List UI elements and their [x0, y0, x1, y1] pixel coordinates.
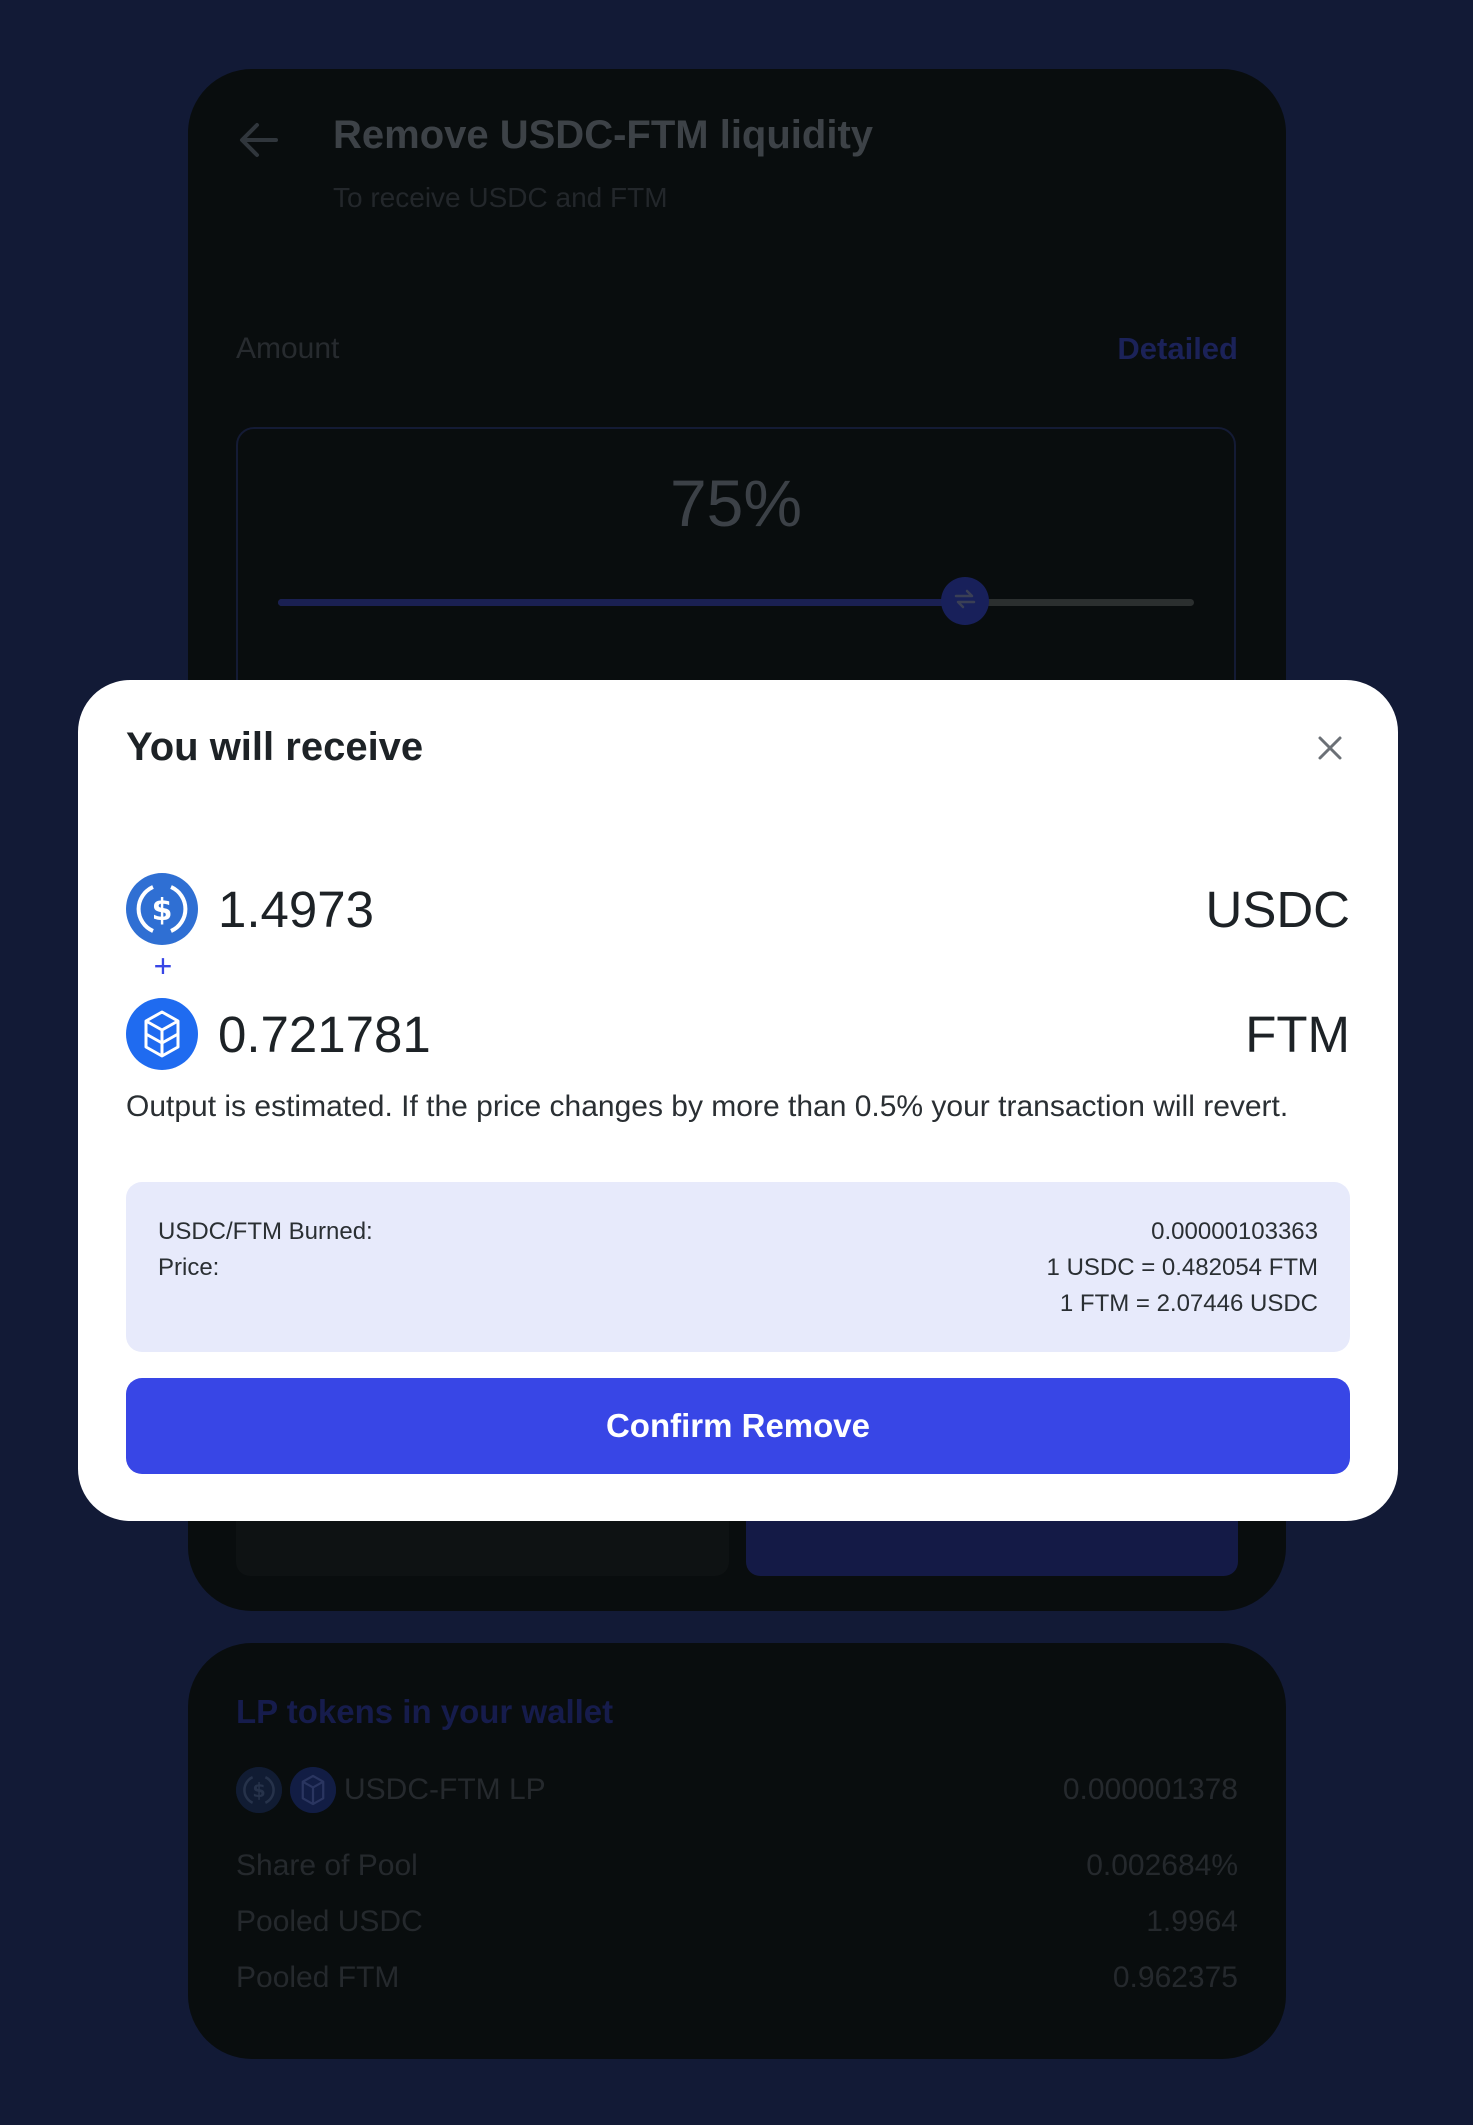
pooled-usdc-label: Pooled USDC	[236, 1905, 423, 1938]
lp-token-row: $ USDC-FTM LP 0.000001378	[236, 1767, 1238, 1813]
price-value-usdc: 1 USDC = 0.482054 FTM	[1046, 1254, 1318, 1281]
arrow-left-icon[interactable]	[236, 117, 282, 163]
burned-value: 0.00000103363	[1151, 1218, 1318, 1245]
detailed-link[interactable]: Detailed	[1117, 331, 1238, 367]
modal-title: You will receive	[126, 725, 424, 769]
share-of-pool-value: 0.002684%	[1086, 1849, 1238, 1882]
ftm-symbol: FTM	[1245, 1005, 1350, 1063]
usdc-receive-row: $ 1.4973 USDC	[126, 872, 1350, 946]
page-title: Remove USDC-FTM liquidity	[333, 113, 874, 157]
amount-slider[interactable]	[278, 577, 1194, 625]
close-button[interactable]	[1310, 730, 1350, 770]
plus-sign: +	[153, 948, 173, 984]
usdc-icon: $	[236, 1767, 282, 1813]
percent-value: 75%	[669, 466, 803, 540]
usdc-amount: 1.4973	[218, 880, 374, 938]
pooled-usdc-row: Pooled USDC 1.9964	[236, 1905, 1238, 1939]
burned-label: USDC/FTM Burned:	[158, 1218, 373, 1245]
price-value-ftm: 1 FTM = 2.07446 USDC	[1059, 1290, 1318, 1317]
receive-modal: You will receive $ 1.4973 USDC + 0.72178…	[78, 680, 1398, 1521]
slider-fill	[278, 599, 965, 606]
svg-text:$: $	[152, 893, 173, 928]
swap-arrows-icon	[950, 584, 980, 619]
pooled-usdc-value: 1.9964	[1146, 1905, 1238, 1938]
ftm-amount: 0.721781	[218, 1005, 431, 1063]
ftm-icon	[290, 1767, 336, 1813]
remove-button[interactable]	[746, 1516, 1238, 1576]
lp-token-name: USDC-FTM LP	[344, 1773, 546, 1806]
share-of-pool-row: Share of Pool 0.002684%	[236, 1849, 1238, 1883]
pooled-ftm-row: Pooled FTM 0.962375	[236, 1961, 1238, 1995]
slider-thumb[interactable]	[941, 577, 989, 625]
page-subtitle: To receive USDC and FTM	[333, 182, 668, 213]
close-icon	[1317, 735, 1343, 766]
pooled-ftm-value: 0.962375	[1112, 1961, 1238, 1994]
svg-text:$: $	[252, 1779, 265, 1802]
usdc-symbol: USDC	[1205, 880, 1350, 938]
usdc-icon: $	[126, 873, 198, 945]
amount-label: Amount	[236, 332, 340, 365]
confirm-remove-button[interactable]: Confirm Remove	[126, 1378, 1350, 1474]
approve-button[interactable]	[236, 1516, 729, 1576]
pooled-ftm-label: Pooled FTM	[236, 1961, 400, 1994]
lp-tokens-card: LP tokens in your wallet $ USDC-FTM LP 0…	[188, 1643, 1286, 2059]
ftm-icon	[126, 998, 198, 1070]
lp-token-balance: 0.000001378	[1062, 1773, 1238, 1806]
price-label: Price:	[158, 1254, 220, 1281]
ftm-receive-row: 0.721781 FTM	[126, 997, 1350, 1071]
share-of-pool-label: Share of Pool	[236, 1849, 418, 1882]
lp-card-title: LP tokens in your wallet	[236, 1693, 614, 1730]
slippage-notice: Output is estimated. If the price change…	[126, 1090, 1289, 1123]
details-box: USDC/FTM Burned: Price: 0.00000103363 1 …	[126, 1182, 1350, 1352]
